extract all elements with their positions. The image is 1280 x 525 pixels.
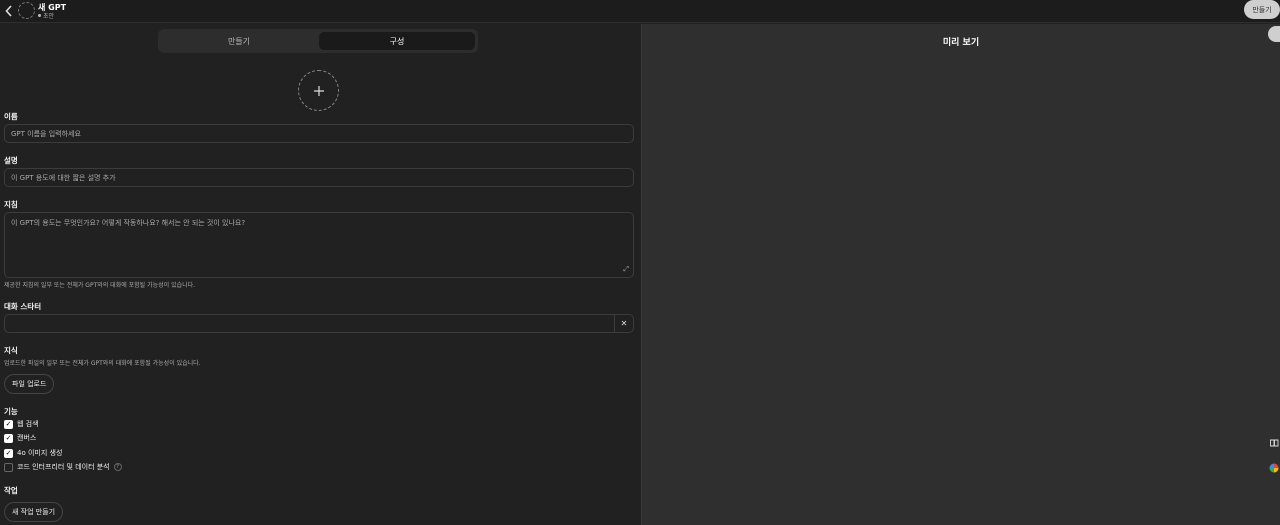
- capability-image-generation[interactable]: ✓ 4o 이미지 생성: [4, 448, 62, 458]
- side-toggle-button[interactable]: [1268, 26, 1280, 42]
- checkbox-checked-icon[interactable]: ✓: [4, 448, 13, 458]
- instructions-label: 지침: [4, 200, 18, 209]
- capability-label: 코드 인터프리터 및 데이터 분석: [17, 463, 110, 471]
- add-avatar-button[interactable]: [298, 70, 339, 111]
- description-label: 설명: [4, 156, 18, 165]
- mode-tabs: 만들기 구성: [158, 29, 478, 53]
- name-label: 이름: [4, 112, 18, 121]
- tab-create[interactable]: 만들기: [161, 32, 317, 50]
- capabilities-label: 기능: [4, 407, 18, 416]
- starters-label: 대화 스타터: [4, 302, 42, 311]
- instructions-placeholder: 이 GPT의 용도는 무엇인가요? 어떻게 작동하나요? 해서는 안 되는 것이…: [11, 219, 246, 227]
- description-input[interactable]: 이 GPT 용도에 대한 짧은 설명 추가: [4, 168, 634, 187]
- checkbox-checked-icon[interactable]: ✓: [4, 433, 13, 443]
- name-input[interactable]: GPT 이름을 입력하세요: [4, 124, 634, 143]
- instructions-textarea[interactable]: 이 GPT의 용도는 무엇인가요? 어떻게 작동하나요? 해서는 안 되는 것이…: [4, 212, 634, 278]
- capability-label: 웹 검색: [17, 420, 39, 428]
- color-wheel-icon[interactable]: [1268, 461, 1280, 475]
- upload-files-button[interactable]: 파일 업로드: [4, 374, 55, 394]
- knowledge-label: 지식: [4, 346, 18, 355]
- status-dot-icon: [38, 14, 41, 17]
- checkbox-unchecked-icon[interactable]: [4, 462, 13, 472]
- help-icon[interactable]: ?: [113, 463, 122, 471]
- capability-label: 캔버스: [17, 434, 37, 442]
- create-action-button[interactable]: 새 작업 만들기: [4, 502, 64, 522]
- back-arrow-icon[interactable]: [4, 4, 14, 18]
- checkbox-checked-icon[interactable]: ✓: [4, 419, 13, 429]
- tab-configure[interactable]: 구성: [319, 32, 475, 50]
- gpt-status: 초안: [38, 11, 54, 20]
- plus-icon: [313, 85, 324, 96]
- create-button[interactable]: 만들기: [1244, 0, 1280, 19]
- capability-web-search[interactable]: ✓ 웹 검색: [4, 419, 39, 429]
- expand-icon[interactable]: ⤢: [623, 265, 629, 274]
- knowledge-hint: 업로드한 파일의 일부 또는 전체가 GPT와의 대화에 포함될 가능성이 있습…: [4, 360, 201, 367]
- top-bar: 새 GPT 초안 만들기: [0, 0, 1280, 23]
- gpt-avatar: [18, 2, 35, 19]
- status-label: 초안: [43, 13, 55, 20]
- book-icon[interactable]: [1268, 436, 1280, 450]
- preview-title: 미리 보기: [942, 38, 980, 48]
- config-panel: 만들기 구성 이름 GPT 이름을 입력하세요 설명 이 GPT 용도에 대한 …: [0, 24, 641, 525]
- actions-label: 작업: [4, 486, 18, 495]
- clear-starter-icon[interactable]: ✕: [615, 314, 634, 333]
- starter-input[interactable]: [4, 314, 615, 333]
- capability-canvas[interactable]: ✓ 캔버스: [4, 433, 36, 443]
- preview-panel: 미리 보기: [641, 24, 1280, 525]
- capability-label: 4o 이미지 생성: [17, 449, 63, 457]
- capability-code-interpreter[interactable]: 코드 인터프리터 및 데이터 분석 ?: [4, 462, 122, 472]
- instructions-hint: 제공한 지침의 일부 또는 전체가 GPT와의 대화에 포함될 가능성이 있습니…: [4, 282, 196, 289]
